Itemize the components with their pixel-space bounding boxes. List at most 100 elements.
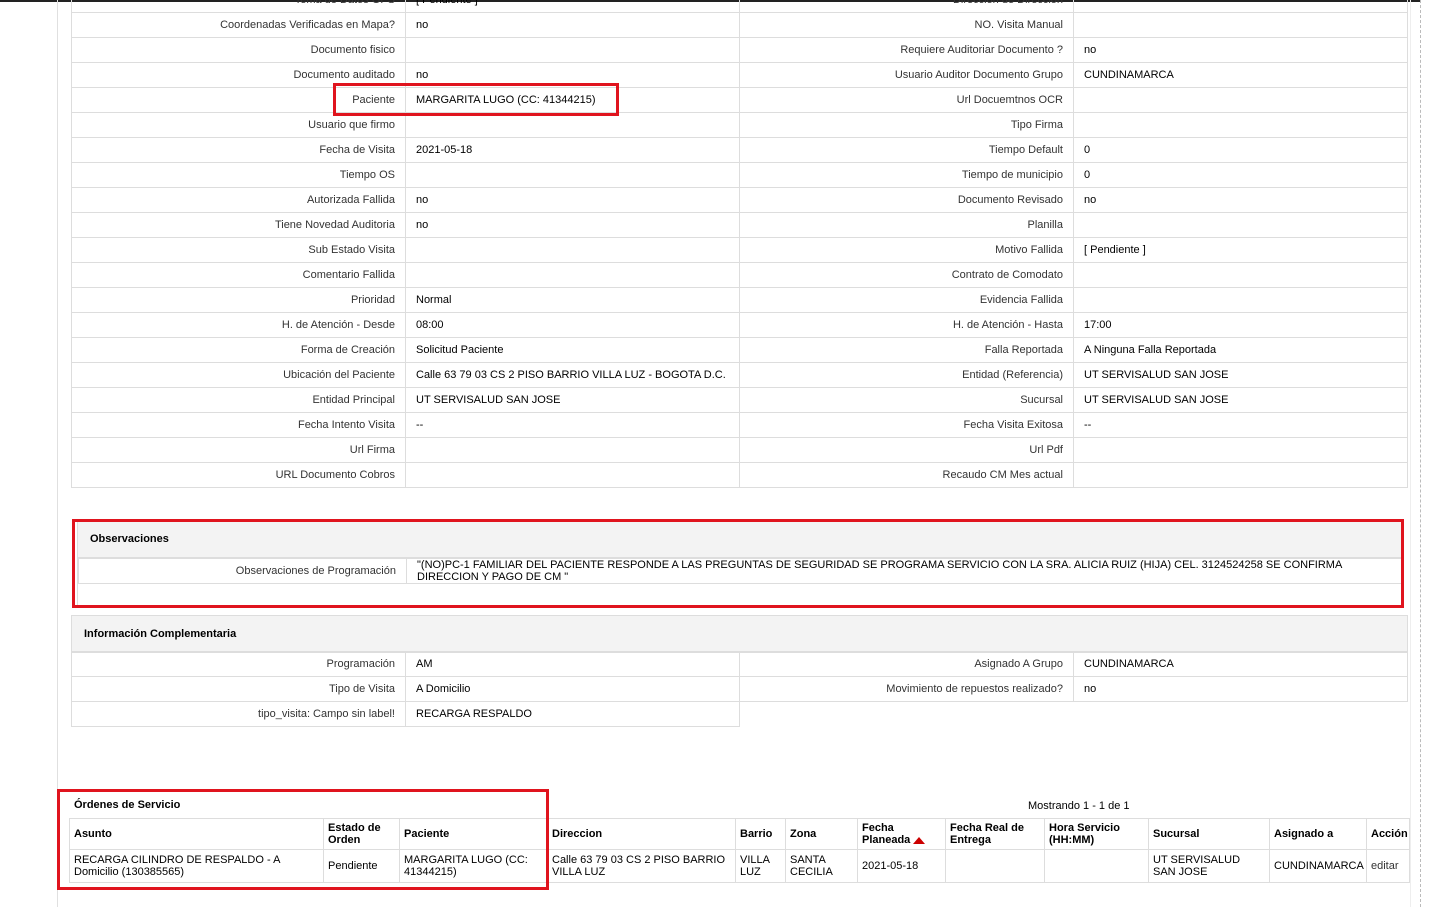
order-cell: editar xyxy=(1366,849,1410,883)
detail-value: UT SERVISALUD SAN JOSE xyxy=(405,387,740,413)
detail-value xyxy=(1073,0,1408,13)
detail-value: 2021-05-18 xyxy=(405,137,740,163)
info-table-last: tipo_visita: Campo sin label! RECARGA RE… xyxy=(71,701,740,727)
detail-value: no xyxy=(1073,37,1408,63)
order-cell xyxy=(1044,849,1149,883)
detail-label: Tema de Datos GPS xyxy=(71,0,406,13)
orders-column-header[interactable]: Fecha Real de Entrega xyxy=(945,818,1045,850)
detail-row: Ubicación del Paciente Calle 63 79 03 CS … xyxy=(71,362,1408,388)
detail-label: Documento auditado xyxy=(71,62,406,88)
detail-label: NO. Visita Manual xyxy=(739,12,1074,38)
detail-value: 08:00 xyxy=(405,312,740,338)
column-label: Asunto xyxy=(74,828,112,840)
orders-column-header[interactable]: Fecha Planeada xyxy=(857,818,946,850)
orders-column-header[interactable]: Barrio xyxy=(735,818,786,850)
detail-label: Documento Revisado xyxy=(739,187,1074,213)
detail-row: Sub Estado Visita Motivo Fallida[ Pendien… xyxy=(71,237,1408,263)
detail-value: no xyxy=(405,12,740,38)
detail-label: Url Docuemtnos OCR xyxy=(739,87,1074,113)
column-label: Fecha Real de Entrega xyxy=(950,822,1024,846)
orders-column-header[interactable]: Paciente xyxy=(399,818,548,850)
info-row: tipo_visita: Campo sin label! RECARGA RE… xyxy=(71,701,740,727)
observaciones-section: Observaciones Observaciones de Programac… xyxy=(77,520,1402,607)
detail-label: Usuario Auditor Documento Grupo xyxy=(739,62,1074,88)
right-dashed-divider xyxy=(1420,0,1421,907)
detail-label: Fecha Intento Visita xyxy=(71,412,406,438)
info-row: Tipo de Visita A Domicilio Movimiento de r… xyxy=(71,676,1408,702)
detail-value: A Ninguna Falla Reportada xyxy=(1073,337,1408,363)
detail-value: no xyxy=(405,62,740,88)
detail-row: Url Firma Url Pdf xyxy=(71,437,1408,463)
sort-ascending-icon[interactable] xyxy=(913,836,926,844)
detail-label: Forma de Creación xyxy=(71,337,406,363)
detail-value xyxy=(1073,12,1408,38)
column-label: Barrio xyxy=(740,828,773,840)
detail-label: Contrato de Comodato xyxy=(739,262,1074,288)
detail-label: Coordenadas Verificadas en Mapa? xyxy=(71,12,406,38)
detail-label: URL Documento Cobros xyxy=(71,462,406,488)
detail-row: Tiempo OS Tiempo de municipio 0 xyxy=(71,162,1408,188)
orders-title: Órdenes de Servicio xyxy=(74,799,181,811)
detail-value: CUNDINAMARCA xyxy=(1073,62,1408,88)
column-label: Fecha Planeada xyxy=(862,822,911,846)
detail-row: Entidad Principal UT SERVISALUD SAN JOSE S… xyxy=(71,387,1408,413)
detail-label: Tiempo de municipio xyxy=(739,162,1074,188)
order-cell: SANTA CECILIA xyxy=(785,849,858,883)
detail-label: Sucursal xyxy=(739,387,1074,413)
orders-column-header[interactable]: Acción xyxy=(1366,818,1410,850)
detail-row: Forma de Creación Solicitud Paciente Falla… xyxy=(71,337,1408,363)
detail-label: Usuario que firmo xyxy=(71,112,406,138)
detail-value xyxy=(1073,212,1408,238)
orders-table: Asunto Estado de Orden Paciente Direccion Ba… xyxy=(69,818,1410,883)
order-cell: Calle 63 79 03 CS 2 PISO BARRIO VILLA LU… xyxy=(547,849,736,883)
orders-column-header[interactable]: Sucursal xyxy=(1148,818,1270,850)
orders-column-header[interactable]: Direccion xyxy=(547,818,736,850)
detail-value: MARGARITA LUGO (CC: 41344215) xyxy=(405,87,740,113)
detail-label: Tipo Firma xyxy=(739,112,1074,138)
detail-value: Calle 63 79 03 CS 2 PISO BARRIO VILLA LU… xyxy=(405,362,740,388)
detail-value: no xyxy=(405,212,740,238)
detail-label: Url Firma xyxy=(71,437,406,463)
detail-row: H. de Atención - Desde 08:00 H. de Atenció… xyxy=(71,312,1408,338)
detail-label: Motivo Fallida xyxy=(739,237,1074,263)
detail-label: Paciente xyxy=(71,87,406,113)
orders-column-header[interactable]: Estado de Orden xyxy=(323,818,400,850)
left-divider xyxy=(57,0,58,907)
pagination-info: Mostrando 1 - 1 de 1 xyxy=(1028,800,1130,812)
detail-value xyxy=(1073,87,1408,113)
detail-value xyxy=(405,37,740,63)
orders-column-header[interactable]: Zona xyxy=(785,818,858,850)
order-cell: RECARGA CILINDRO DE RESPALDO - A Domicil… xyxy=(69,849,324,883)
orders-column-header[interactable]: Asunto xyxy=(69,818,324,850)
detail-value xyxy=(1073,437,1408,463)
detail-value xyxy=(1073,287,1408,313)
detail-value: Normal xyxy=(405,287,740,313)
detail-value xyxy=(1073,112,1408,138)
detail-label: Tiene Novedad Auditoria xyxy=(71,212,406,238)
column-label: Paciente xyxy=(404,828,450,840)
detail-value: -- xyxy=(405,412,740,438)
order-cell: VILLA LUZ xyxy=(735,849,786,883)
detail-label: Ubicación del Paciente xyxy=(71,362,406,388)
orders-column-header[interactable]: Asignado a xyxy=(1269,818,1367,850)
observaciones-title: Observaciones xyxy=(78,521,1401,558)
edit-link[interactable]: editar xyxy=(1371,860,1399,872)
observaciones-row: Observaciones de Programación "(NO)PC-1 … xyxy=(78,558,1402,584)
column-label: Acción xyxy=(1371,828,1408,840)
info-value: AM xyxy=(405,651,740,677)
info-value: A Domicilio xyxy=(405,676,740,702)
column-label: Estado de Orden xyxy=(328,822,381,846)
detail-label: Falla Reportada xyxy=(739,337,1074,363)
detail-row: Autorizada Fallida no Documento Revisado no xyxy=(71,187,1408,213)
detail-value: 17:00 xyxy=(1073,312,1408,338)
column-label: Hora Servicio (HH:MM) xyxy=(1049,822,1120,846)
detail-value: Solicitud Paciente xyxy=(405,337,740,363)
detail-row: Usuario que firmo Tipo Firma xyxy=(71,112,1408,138)
observaciones-label: Observaciones de Programación xyxy=(78,558,407,584)
orders-column-header[interactable]: Hora Servicio (HH:MM) xyxy=(1044,818,1149,850)
info-value: no xyxy=(1073,676,1408,702)
order-cell: 2021-05-18 xyxy=(857,849,946,883)
detail-table: Tema de Datos GPS[ Pendiente ] Dirección … xyxy=(71,0,1408,488)
info-value: RECARGA RESPALDO xyxy=(405,701,740,727)
detail-label: Planilla xyxy=(739,212,1074,238)
